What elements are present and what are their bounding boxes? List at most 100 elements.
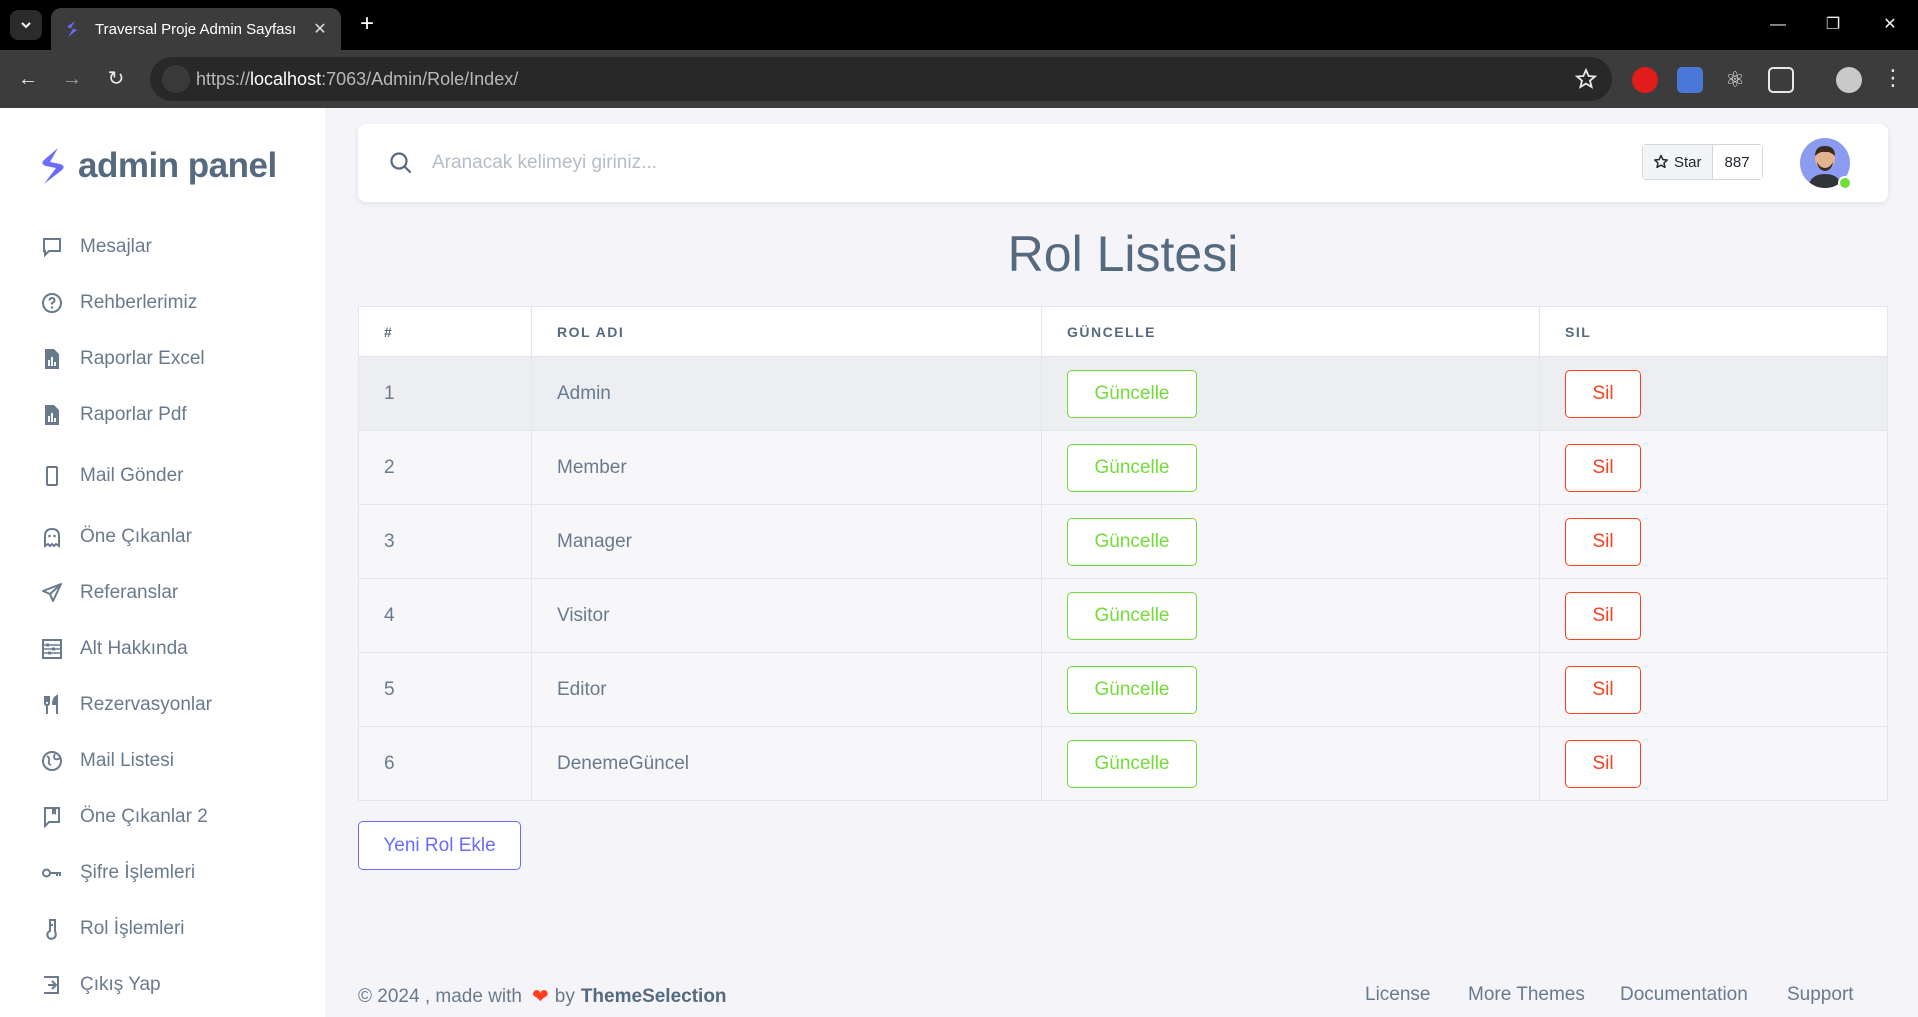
sidebar-item-raporlar-excel[interactable]: Raporlar Excel <box>40 344 205 374</box>
row-id: 1 <box>358 356 532 431</box>
footer-by: by <box>554 985 575 1007</box>
profile-avatar-icon[interactable] <box>1836 67 1862 93</box>
sidebar-item-label: Çıkış Yap <box>80 974 161 995</box>
row-id: 2 <box>358 430 532 505</box>
support-link[interactable]: Support <box>1787 984 1854 1006</box>
roles-table: # ROL ADI GÜNCELLE SIL 1 Admin Güncelle … <box>358 306 1888 801</box>
sidebar-item-label: Mail Listesi <box>80 750 174 771</box>
heart-icon: ❤ <box>531 986 549 1008</box>
delete-button[interactable]: Sil <box>1565 591 1641 640</box>
sidebar-item-one-cikanlar-2[interactable]: Öne Çıkanlar 2 <box>40 802 208 832</box>
search-input[interactable] <box>432 144 1332 182</box>
tab-search-button[interactable] <box>10 10 42 40</box>
column-header-role-name: ROL ADI <box>531 306 1042 357</box>
url-text: https://localhost:7063/Admin/Role/Index/ <box>196 69 519 89</box>
update-button[interactable]: Güncelle <box>1067 591 1197 640</box>
update-button[interactable]: Güncelle <box>1067 369 1197 418</box>
update-button[interactable]: Güncelle <box>1067 443 1197 492</box>
row-role-name: Admin <box>531 356 1042 431</box>
update-button[interactable]: Güncelle <box>1067 739 1197 788</box>
delete-button[interactable]: Sil <box>1565 739 1641 788</box>
bookmark-star-icon[interactable] <box>1574 67 1598 91</box>
license-link[interactable]: License <box>1365 984 1431 1006</box>
themeselection-link[interactable]: ThemeSelection <box>581 986 727 1008</box>
documentation-link[interactable]: Documentation <box>1620 984 1748 1006</box>
row-id: 5 <box>358 652 532 727</box>
sidebar-item-label: Referanslar <box>80 582 179 603</box>
sidebar-item-alt-hakkinda[interactable]: Alt Hakkında <box>40 634 188 664</box>
online-status-badge <box>1838 176 1852 190</box>
react-icon[interactable]: ⚛ <box>1722 67 1748 93</box>
sidebar-item-mesajlar[interactable]: Mesajlar <box>40 232 152 262</box>
add-role-button[interactable]: Yeni Rol Ekle <box>358 821 521 870</box>
tab-title: Traversal Proje Admin Sayfası <box>95 20 297 38</box>
sidebar-item-rezervasyonlar[interactable]: Rezervasyonlar <box>40 690 212 720</box>
sidebar-item-label: Alt Hakkında <box>80 638 188 659</box>
key-icon <box>42 868 61 878</box>
column-header-update: GÜNCELLE <box>1041 306 1540 357</box>
restore-button[interactable]: ❐ <box>1813 12 1853 38</box>
table-row: 3 Manager Güncelle Sil <box>358 504 1888 579</box>
extensions-puzzle-icon[interactable] <box>1768 67 1794 93</box>
favicon-icon <box>67 21 77 37</box>
forward-button[interactable]: → <box>56 63 88 95</box>
table-row: 5 Editor Güncelle Sil <box>358 652 1888 727</box>
back-button[interactable]: ← <box>12 63 44 95</box>
sidebar-item-label: Raporlar Excel <box>80 348 205 369</box>
extension-icon[interactable] <box>1632 67 1658 93</box>
sidebar-item-label: Rol İşlemleri <box>80 918 185 939</box>
sidebar-item-label: Öne Çıkanlar 2 <box>80 806 208 827</box>
browser-tab-bar: Traversal Proje Admin Sayfası ✕ + — ❐ ✕ <box>0 0 1918 50</box>
browser-tab[interactable]: Traversal Proje Admin Sayfası ✕ <box>51 8 341 50</box>
sidebar-item-one-cikanlar[interactable]: Öne Çıkanlar <box>40 522 192 552</box>
reload-button[interactable]: ↻ <box>100 63 132 95</box>
mobile-icon <box>46 466 58 486</box>
row-role-name: Manager <box>531 504 1042 579</box>
copyright-text: © 2024 , made with <box>358 985 522 1007</box>
site-info-icon[interactable] <box>162 65 190 93</box>
address-bar[interactable]: https://localhost:7063/Admin/Role/Index/ <box>150 57 1612 101</box>
sidebar-item-label: Raporlar Pdf <box>80 404 187 425</box>
sidebar-item-mail-gonder[interactable]: Mail Gönder <box>40 461 184 491</box>
table-row: 2 Member Güncelle Sil <box>358 430 1888 505</box>
sidebar-item-label: Mail Gönder <box>80 465 184 486</box>
github-star-count[interactable]: 887 <box>1712 145 1762 179</box>
sidebar-item-raporlar-pdf[interactable]: Raporlar Pdf <box>40 400 187 430</box>
sidebar-item-cikis-yap[interactable]: Çıkış Yap <box>40 970 161 1000</box>
sidebar-item-sifre-islemleri[interactable]: Şifre İşlemleri <box>40 858 195 888</box>
github-star-label: Star <box>1674 153 1702 171</box>
log-out-icon <box>44 976 59 994</box>
sidebar-item-mail-listesi[interactable]: Mail Listesi <box>40 746 174 776</box>
delete-button[interactable]: Sil <box>1565 665 1641 714</box>
sidebar: admin panel Mesajlar Rehberlerimiz Rapor… <box>0 108 325 1017</box>
row-id: 6 <box>358 726 532 801</box>
minimize-button[interactable]: — <box>1758 12 1798 38</box>
more-themes-link[interactable]: More Themes <box>1468 984 1585 1006</box>
close-window-button[interactable]: ✕ <box>1870 12 1910 38</box>
delete-button[interactable]: Sil <box>1565 369 1641 418</box>
top-navbar: Star 887 <box>358 124 1888 202</box>
sidebar-item-label: Şifre İşlemleri <box>80 862 196 883</box>
sidebar-item-label: Mesajlar <box>80 236 152 257</box>
sidebar-item-referanslar[interactable]: Referanslar <box>40 578 178 608</box>
brand[interactable]: admin panel <box>38 146 277 186</box>
tab-close-icon[interactable]: ✕ <box>311 19 329 39</box>
row-role-name: Member <box>531 430 1042 505</box>
github-star-button[interactable]: Star <box>1643 145 1713 179</box>
update-button[interactable]: Güncelle <box>1067 517 1197 566</box>
delete-button[interactable]: Sil <box>1565 443 1641 492</box>
translate-icon[interactable] <box>1677 67 1703 93</box>
table-header-row: # ROL ADI GÜNCELLE SIL <box>358 306 1888 357</box>
github-star-widget: Star 887 <box>1642 144 1763 180</box>
table-row: 1 Admin Güncelle Sil <box>358 356 1888 431</box>
send-icon <box>42 583 62 602</box>
table-row: 6 DenemeGüncel Güncelle Sil <box>358 726 1888 801</box>
message-square-icon <box>43 238 61 258</box>
browser-menu-icon[interactable]: ⋮ <box>1882 64 1904 92</box>
update-button[interactable]: Güncelle <box>1067 665 1197 714</box>
delete-button[interactable]: Sil <box>1565 517 1641 566</box>
row-id: 4 <box>358 578 532 653</box>
sidebar-item-rehberlerimiz[interactable]: Rehberlerimiz <box>40 288 197 318</box>
sidebar-item-rol-islemleri[interactable]: Rol İşlemleri <box>40 914 185 944</box>
new-tab-button[interactable]: + <box>352 10 382 40</box>
